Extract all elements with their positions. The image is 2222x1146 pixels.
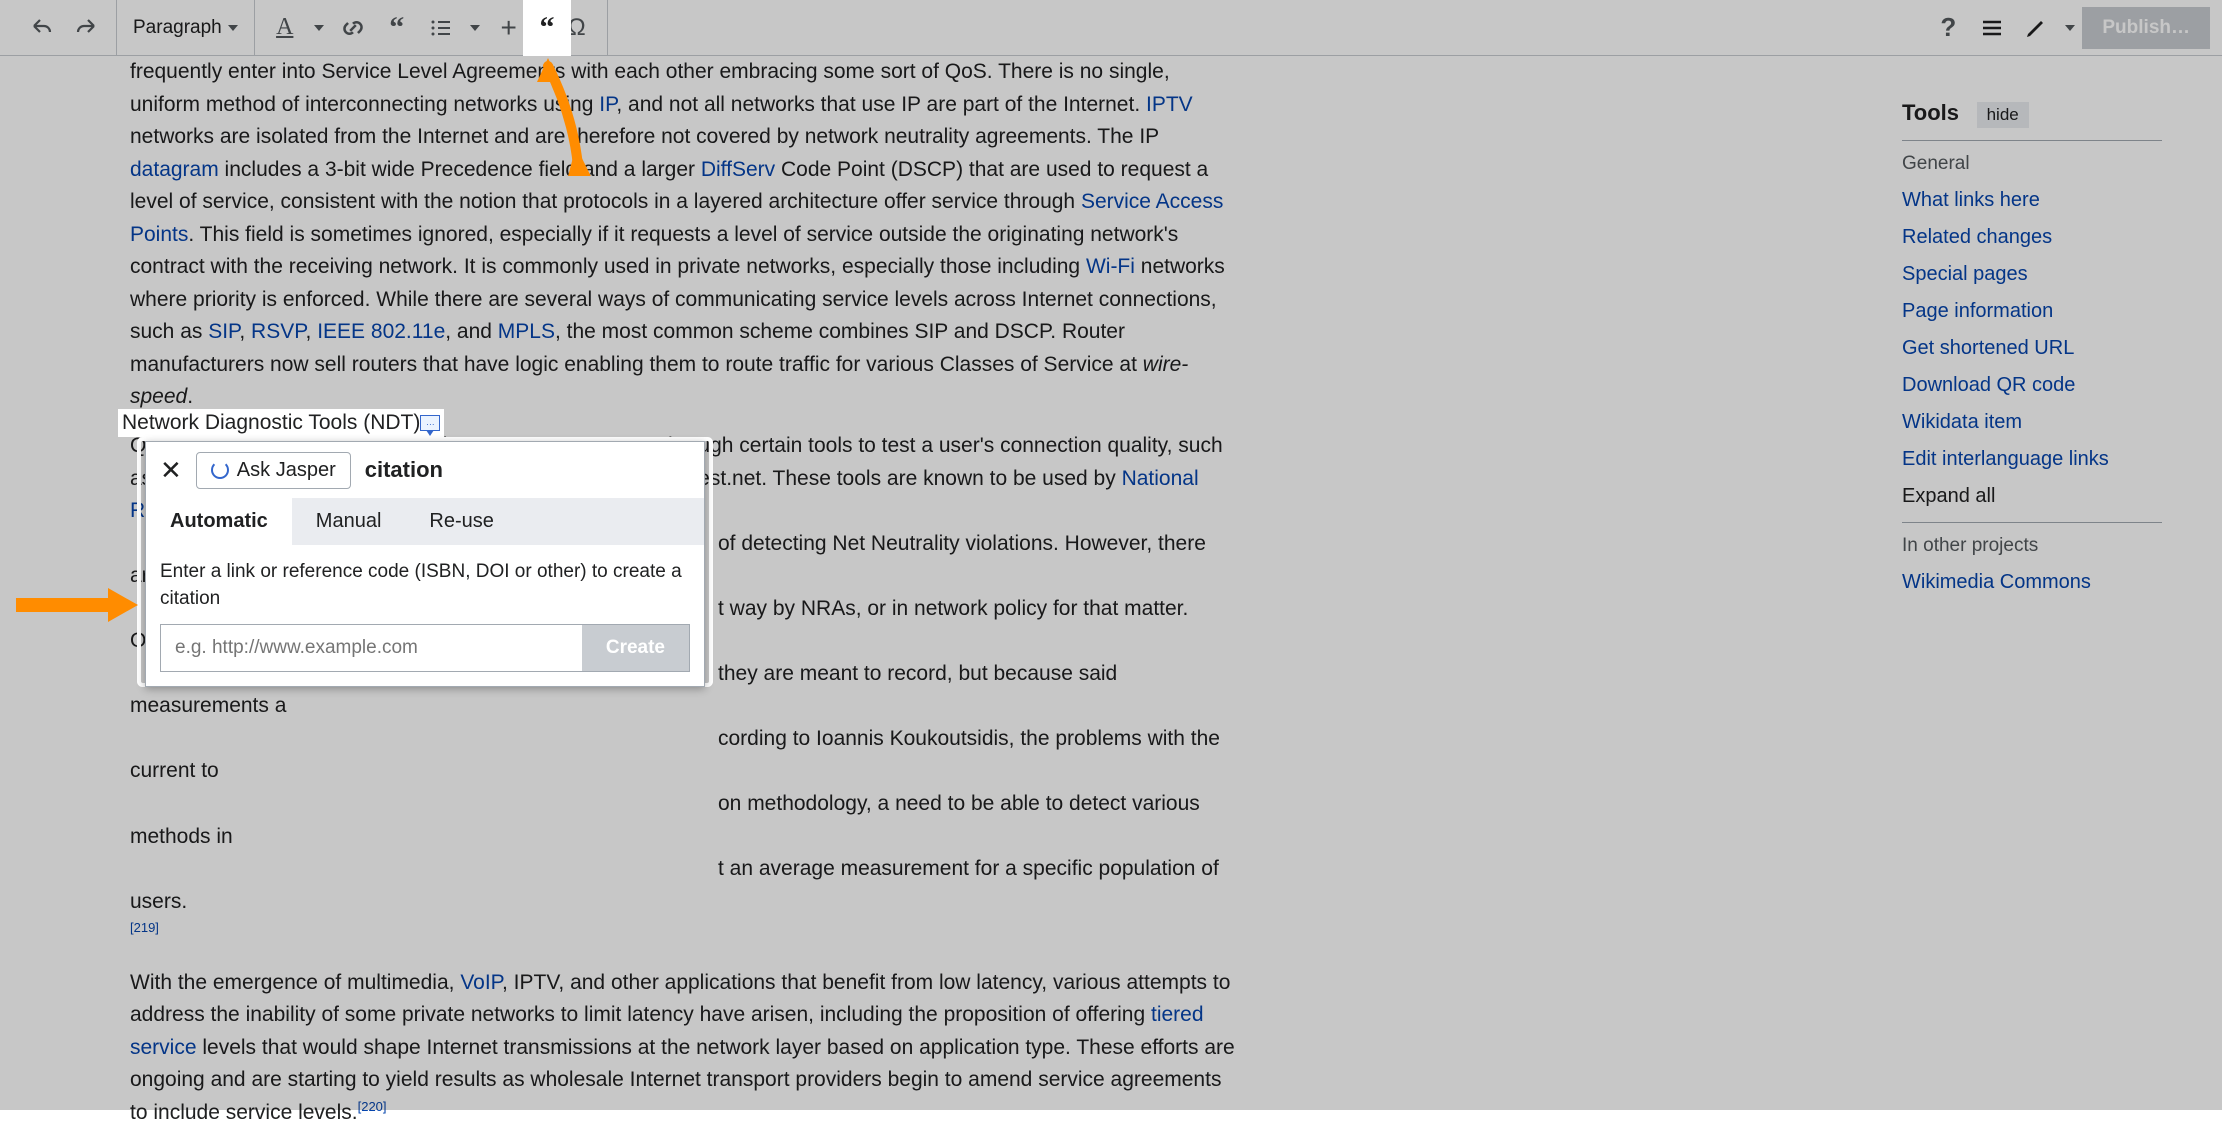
tool-link-whatlinkshere[interactable]: What links here [1902,189,2162,212]
tutorial-arrow-left [10,580,140,630]
expand-all-button[interactable]: Expand all [1902,485,2162,508]
editor-toolbar: Paragraph A “ + Ω ? Publish… [0,0,2222,56]
citation-instructions: Enter a link or reference code (ISBN, DO… [160,559,690,612]
format-label: Paragraph [133,17,222,39]
link-mpls[interactable]: MPLS [498,320,555,343]
ask-jasper-button[interactable]: Ask Jasper [196,452,351,489]
help-button[interactable]: ? [1926,6,1970,50]
help-icon: ? [1940,12,1956,43]
chevron-down-icon [470,25,480,31]
text-style-button[interactable]: A [263,6,307,50]
create-citation-button[interactable]: Create [582,625,689,671]
citation-tabs: Automatic Manual Re-use [146,498,704,545]
publish-button[interactable]: Publish… [2082,7,2210,49]
jasper-icon [211,461,229,479]
tools-panel: Tools hide General What links here Relat… [1902,100,2162,608]
link-ieee[interactable]: IEEE 802.11e [317,320,445,343]
tool-link-pageinfo[interactable]: Page information [1902,300,2162,323]
tool-link-specialpages[interactable]: Special pages [1902,263,2162,286]
link-iptv[interactable]: IPTV [1146,93,1193,116]
reference-219[interactable]: [219] [130,920,159,935]
list-icon [429,16,453,40]
menu-button[interactable] [1970,6,2014,50]
quote-icon: “ [389,11,404,45]
pencil-icon [2024,16,2048,40]
text-style-dropdown[interactable] [307,6,331,50]
tutorial-arrow-top [533,56,593,176]
link-rsvp[interactable]: RSVP [251,320,305,343]
reference-marker[interactable]: … [420,415,440,431]
paragraph-format-dropdown[interactable]: Paragraph [125,17,246,39]
tab-reuse[interactable]: Re-use [405,498,517,545]
hide-tools-button[interactable]: hide [1977,102,2029,128]
link-datagram[interactable]: datagram [130,158,219,181]
link-button[interactable] [331,6,375,50]
link-icon [341,16,365,40]
tool-link-relatedchanges[interactable]: Related changes [1902,226,2162,249]
paragraph[interactable]: frequently enter into Service Level Agre… [130,56,1240,414]
tab-automatic[interactable]: Automatic [146,498,292,545]
redo-button[interactable] [64,6,108,50]
list-button[interactable] [419,6,463,50]
edit-mode-dropdown[interactable] [2058,6,2082,50]
cite-button[interactable]: “ [375,6,419,50]
tool-link-commons[interactable]: Wikimedia Commons [1902,571,2162,594]
undo-icon [30,16,54,40]
ask-jasper-label: Ask Jasper [237,459,336,482]
tab-manual[interactable]: Manual [292,498,406,545]
list-dropdown[interactable] [463,6,487,50]
text-style-icon: A [276,14,293,41]
tool-link-qrcode[interactable]: Download QR code [1902,374,2162,397]
close-button[interactable]: ✕ [160,455,182,486]
link-diffserv[interactable]: DiffServ [701,158,775,181]
general-heading: General [1902,153,2162,175]
other-projects-heading: In other projects [1902,535,2162,557]
dialog-title: citation [365,457,443,483]
hamburger-icon [1980,16,2004,40]
cite-button-highlight: “ [523,0,571,56]
undo-button[interactable] [20,6,64,50]
plus-icon: + [501,12,517,44]
link-sip[interactable]: SIP [208,320,239,343]
chevron-down-icon [2065,25,2075,31]
link-voip[interactable]: VoIP [460,971,502,994]
chevron-down-icon [314,25,324,31]
link-ip[interactable]: IP [599,93,616,116]
edit-mode-button[interactable] [2014,6,2058,50]
paragraph[interactable]: With the emergence of multimedia, VoIP, … [130,967,1240,1130]
tools-heading: Tools [1902,100,1959,126]
chevron-down-icon [228,25,238,31]
redo-icon [74,16,98,40]
tool-link-interlang[interactable]: Edit interlanguage links [1902,448,2162,471]
citation-url-input[interactable] [161,625,582,671]
tool-link-wikidata[interactable]: Wikidata item [1902,411,2162,434]
quote-icon: “ [540,11,555,45]
link-wifi[interactable]: Wi-Fi [1086,255,1135,278]
highlighted-text: Network Diagnostic Tools (NDT) [122,411,420,435]
citation-dialog: ✕ Ask Jasper citation Automatic Manual R… [145,441,705,687]
reference-220[interactable]: [220] [358,1099,387,1114]
tool-link-shorturl[interactable]: Get shortened URL [1902,337,2162,360]
selected-text-highlight: Network Diagnostic Tools (NDT)… [118,409,444,437]
